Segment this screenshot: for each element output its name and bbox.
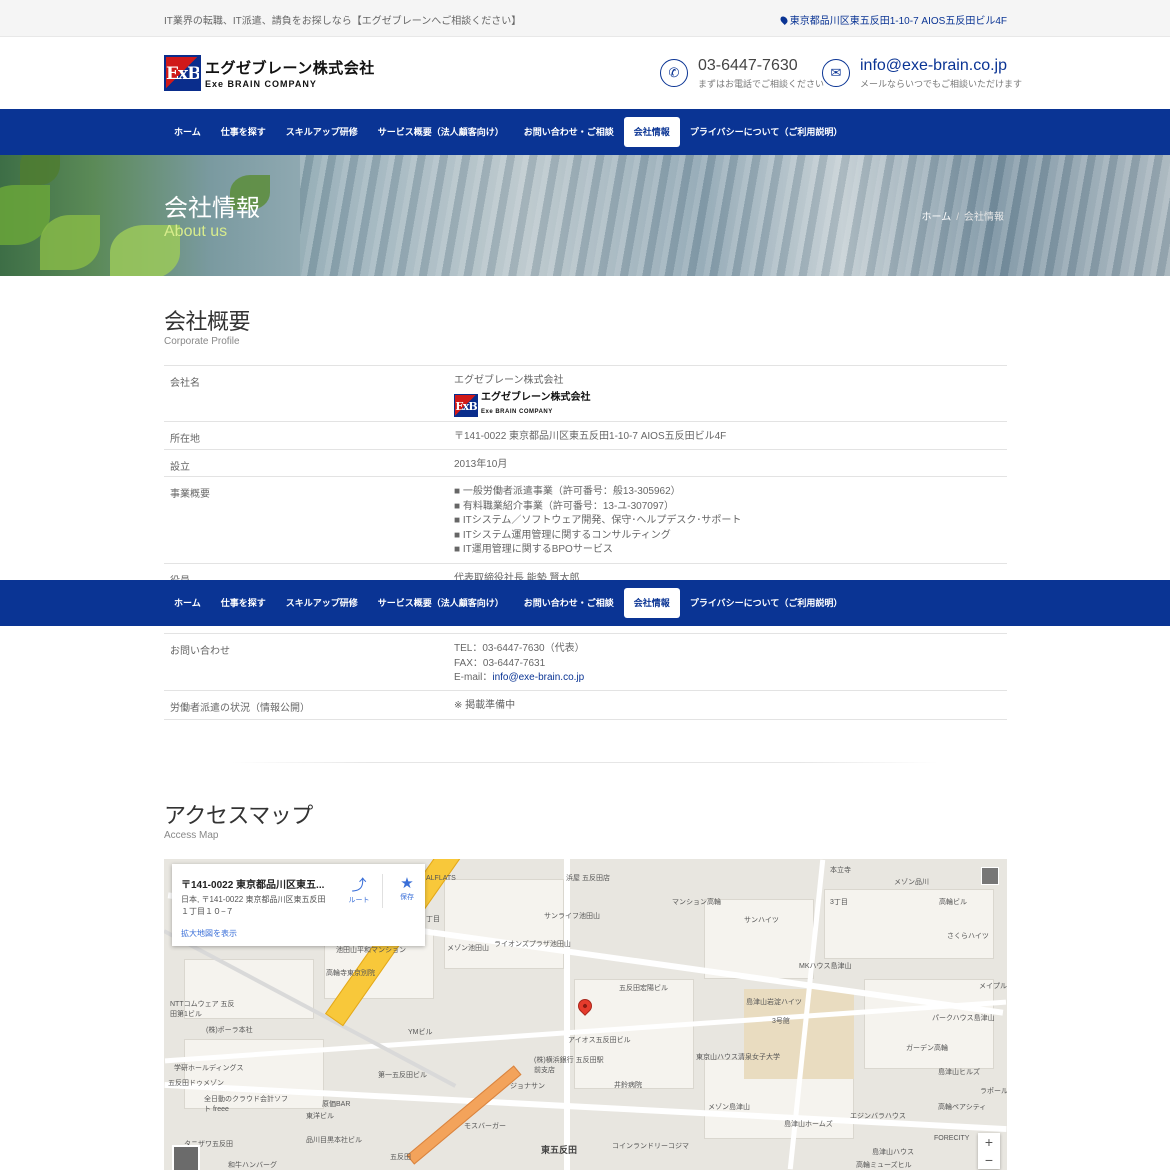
nav-item-training[interactable]: スキルアップ研修 [276,588,368,618]
phone-number: 03-6447-7630 [698,57,798,74]
table-row: お問い合わせ TEL：03-6447-7630（代表） FAX：03-6447-… [164,634,1007,691]
directions-icon: ⤴ [351,877,367,894]
established-value: 2013年10月 [454,459,508,470]
header-address[interactable]: 東京都品川区東五反田1-10-7 AIOS五反田ビル4F [778,12,1007,27]
row-label: 会社名 [170,378,200,389]
row-label: 設立 [170,462,190,473]
nav-item-services[interactable]: サービス概要（法人顧客向け） [368,588,514,618]
table-row: 事業概要 ■ 一般労働者派遣事業（許可番号：般13-305962） ■ 有料職業… [164,477,1007,564]
satellite-toggle[interactable] [172,1145,200,1170]
business-item: ■ 有料職業紹介事業（許可番号：13-ユ-307097） [454,500,674,512]
zoom-control: + − [978,1133,1000,1169]
contact-email-link[interactable]: info@exe-brain.co.jp [492,672,584,683]
header-phone[interactable]: ✆ 03-6447-7630 まずはお電話でご相談ください [660,57,824,90]
nav-item-home[interactable]: ホーム [164,117,211,147]
main-nav: ホーム 仕事を探す スキルアップ研修 サービス概要（法人顧客向け） お問い合わせ… [0,109,1170,155]
business-item: ■ ITシステム／ソフトウェア開発、保守･ヘルプデスク･サポート [454,515,742,526]
map-card-title: 〒141-0022 東京都品川区東五... [181,880,325,891]
nav-item-privacy[interactable]: プライバシーについて（ご利用説明） [680,588,853,618]
map-card-address: 日本, 〒141-0022 東京都品川区東五反田１丁目１０−７ [181,895,326,916]
company-name-value: エグゼブレーン株式会社 [454,375,564,386]
nav-item-company[interactable]: 会社情報 [623,588,680,618]
leaf-decoration [20,155,60,185]
top-bar: IT業界の転職、IT派遣、請負をお探しなら【エグゼブレーンへご相談ください】 東… [0,0,1170,37]
nav-item-contact[interactable]: お問い合わせ・ご相談 [514,117,624,147]
table-row: 設立 2013年10月 [164,450,1007,477]
site-logo[interactable]: ExB エグゼブレーン株式会社 Exe BRAIN COMPANY [164,55,375,91]
row-label: 事業概要 [170,489,210,500]
profile-table: 会社名 エグゼブレーン株式会社 ExB エグゼブレーン株式会社 Exe BRAI… [164,365,1007,720]
business-item: ■ 一般労働者派遣事業（許可番号：般13-305962） [454,486,681,497]
profile-subtitle: Corporate Profile [164,336,240,347]
page-title: 会社情報 [164,195,260,222]
hero-water-image [300,155,1170,276]
profile-title: 会社概要 [164,309,251,334]
page-hero: 会社情報 About us ホーム / 会社情報 [0,155,1170,276]
phone-icon: ✆ [660,59,688,87]
header-email[interactable]: ✉ info@exe-brain.co.jp メールならいつでもご相談いただけま… [822,57,1022,90]
site-header: ExB エグゼブレーン株式会社 Exe BRAIN COMPANY ✆ 03-6… [0,37,1170,109]
email-note: メールならいつでもご相談いただけます [860,79,1023,89]
row-label: お問い合わせ [170,646,230,657]
contact-tel: TEL：03-6447-7630（代表） [454,643,585,654]
nav-item-jobs[interactable]: 仕事を探す [211,588,276,618]
envelope-icon: ✉ [822,59,850,87]
header-address-text: 東京都品川区東五反田1-10-7 AIOS五反田ビル4F [789,16,1007,27]
leaf-decoration [40,215,100,270]
breadcrumb: ホーム / 会社情報 [922,208,1004,223]
map-pin-icon [778,14,789,25]
nav-item-privacy[interactable]: プライバシーについて（ご利用説明） [680,117,853,147]
zoom-in-button[interactable]: + [978,1133,1000,1151]
contact-email: E-mail：info@exe-brain.co.jp [454,672,585,683]
table-row: 労働者派遣の状況（情報公開） ※ 掲載準備中 [164,691,1007,720]
nav-item-jobs[interactable]: 仕事を探す [211,117,276,147]
table-row: 会社名 エグゼブレーン株式会社 ExB エグゼブレーン株式会社 Exe BRAI… [164,366,1007,422]
nav-item-company[interactable]: 会社情報 [623,117,680,147]
row-label: 所在地 [170,434,200,445]
logo-company-name-en: Exe BRAIN COMPANY [205,79,317,89]
nav-item-services[interactable]: サービス概要（法人顧客向け） [368,117,514,147]
logo-company-name: エグゼブレーン株式会社 [205,60,375,77]
breadcrumb-separator: / [956,212,959,223]
breadcrumb-home[interactable]: ホーム [922,212,952,223]
dispatch-status-value: ※ 掲載準備中 [454,700,516,711]
view-larger-map-link[interactable]: 拡大地図を表示 [181,928,237,939]
street-view-pegman-icon[interactable] [981,867,999,885]
section-divider [232,762,939,763]
logo-mark: ExB [164,55,201,91]
star-icon: ★ [400,875,414,892]
zoom-out-button[interactable]: − [978,1151,1000,1169]
access-subtitle: Access Map [164,830,219,841]
breadcrumb-current: 会社情報 [964,212,1004,223]
company-logo-small: ExB エグゼブレーン株式会社 Exe BRAIN COMPANY [454,391,591,417]
sticky-nav: ホーム 仕事を探す スキルアップ研修 サービス概要（法人顧客向け） お問い合わせ… [0,580,1170,626]
directions-button[interactable]: ⤴ ルート [344,874,374,905]
nav-item-contact[interactable]: お問い合わせ・ご相談 [514,588,624,618]
nav-item-home[interactable]: ホーム [164,588,211,618]
access-title: アクセスマップ [164,803,313,828]
nav-item-training[interactable]: スキルアップ研修 [276,117,368,147]
site-tagline: IT業界の転職、IT派遣、請負をお探しなら【エグゼブレーンへご相談ください】 [164,16,522,27]
phone-note: まずはお電話でご相談ください [698,79,825,89]
contact-fax: FAX：03-6447-7631 [454,657,546,669]
map-info-card: 〒141-0022 東京都品川区東五... 日本, 〒141-0022 東京都品… [172,864,425,946]
save-button[interactable]: ★ 保存 [392,874,422,902]
google-map[interactable]: 浜屋 五反田店 本立寺 メゾン品川 高輪ビル ALFLATS 丁目 3丁目 サン… [164,859,1007,1170]
email-address: info@exe-brain.co.jp [860,57,1007,74]
business-item: ■ ITシステム運用管理に関するコンサルティング [454,529,671,541]
page-subtitle: About us [164,223,228,240]
business-item: ■ IT運用管理に関するBPOサービス [454,544,613,555]
table-row: 所在地 〒141-0022 東京都品川区東五反田1-10-7 AIOS五反田ビル… [164,422,1007,450]
address-value: 〒141-0022 東京都品川区東五反田1-10-7 AIOS五反田ビル4F [454,431,727,442]
row-label: 労働者派遣の状況（情報公開） [170,703,310,714]
